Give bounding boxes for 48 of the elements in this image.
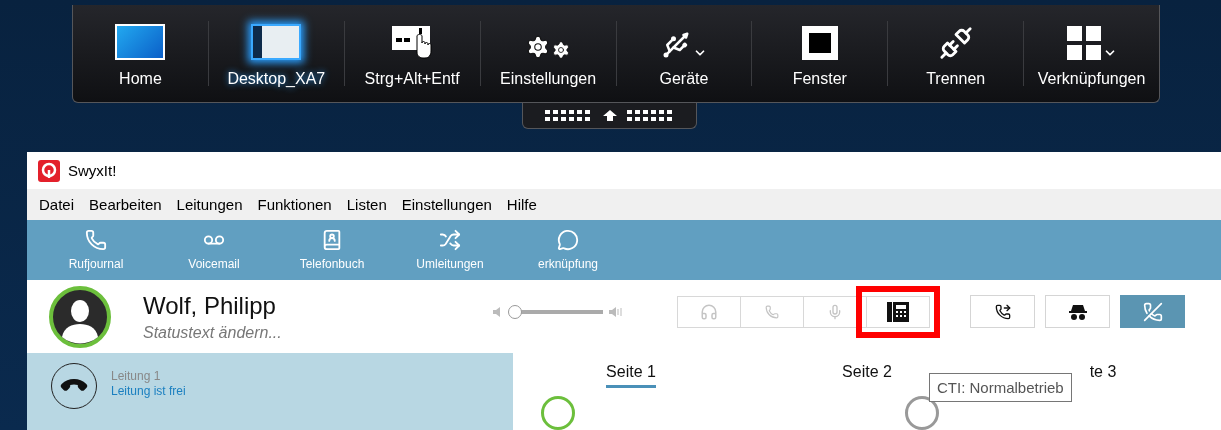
toolbar-button[interactable]: Fenster bbox=[792, 19, 847, 88]
user-name: Wolf, Philipp bbox=[143, 291, 277, 320]
menu-item[interactable]: Leitungen bbox=[176, 195, 243, 213]
desk-phone-icon bbox=[887, 301, 909, 322]
status-text-field[interactable]: Statustext ändern... bbox=[143, 323, 493, 342]
toolbar-button[interactable]: Strg+Alt+Entf bbox=[364, 19, 460, 88]
phonebook-icon bbox=[321, 228, 343, 251]
hat-glasses-icon bbox=[1068, 303, 1087, 320]
page-tab[interactable]: Seite 2 bbox=[842, 363, 892, 388]
grip-arrow-icon bbox=[544, 109, 675, 122]
line-title: Leitung 1 bbox=[111, 369, 162, 383]
toolbar-button[interactable]: Einstellungen bbox=[500, 19, 597, 88]
phone-forward-icon bbox=[994, 303, 1011, 320]
window-title: SwyxIt! bbox=[68, 162, 117, 180]
desktop-thumbnail-icon bbox=[251, 23, 302, 60]
fullscreen-icon bbox=[801, 25, 838, 60]
microphone-icon bbox=[827, 303, 843, 320]
toolbar-button[interactable]: Trennen bbox=[926, 19, 986, 88]
page-tab[interactable]: Seite 1 bbox=[606, 363, 656, 388]
menu-item[interactable]: Listen bbox=[346, 195, 387, 213]
gears-icon bbox=[525, 33, 572, 60]
toolbar-button[interactable]: Verknüpfungen bbox=[1037, 19, 1146, 88]
redirect-icon bbox=[439, 228, 461, 251]
chat-bubble-icon bbox=[557, 228, 579, 251]
phone-list-icon bbox=[85, 228, 107, 251]
phone-off-icon bbox=[1142, 301, 1163, 322]
menu-item[interactable]: Hilfe bbox=[506, 195, 537, 213]
grid-icon bbox=[1066, 25, 1101, 60]
toolbar-button[interactable]: Geräte bbox=[659, 19, 709, 88]
tooltip: CTI: Normalbetrieb bbox=[929, 373, 1072, 402]
app-logo-icon bbox=[38, 159, 60, 182]
toolbar-handle[interactable] bbox=[522, 103, 697, 129]
unplug-icon bbox=[938, 25, 973, 60]
menu-item[interactable]: Einstellungen bbox=[401, 195, 492, 213]
toolbar-button[interactable]: Desktop_XA7 bbox=[227, 19, 326, 88]
toolbar-button[interactable]: Home bbox=[115, 19, 166, 88]
line-status: Leitung ist frei bbox=[111, 384, 186, 398]
menu-item[interactable]: Datei bbox=[39, 195, 75, 213]
menu-item[interactable]: Funktionen bbox=[257, 195, 332, 213]
volume-slider-thumb[interactable] bbox=[507, 304, 522, 319]
status-ring-icon bbox=[541, 396, 575, 430]
avatar-silhouette-icon bbox=[48, 284, 112, 349]
handset-icon bbox=[765, 304, 779, 319]
desktop-thumbnail-icon bbox=[115, 23, 166, 60]
menu-item[interactable]: Bearbeiten bbox=[89, 195, 162, 213]
headset-icon bbox=[700, 302, 718, 321]
speaker-high-icon bbox=[609, 305, 623, 318]
page-tab[interactable]: te 3 bbox=[1089, 363, 1117, 388]
